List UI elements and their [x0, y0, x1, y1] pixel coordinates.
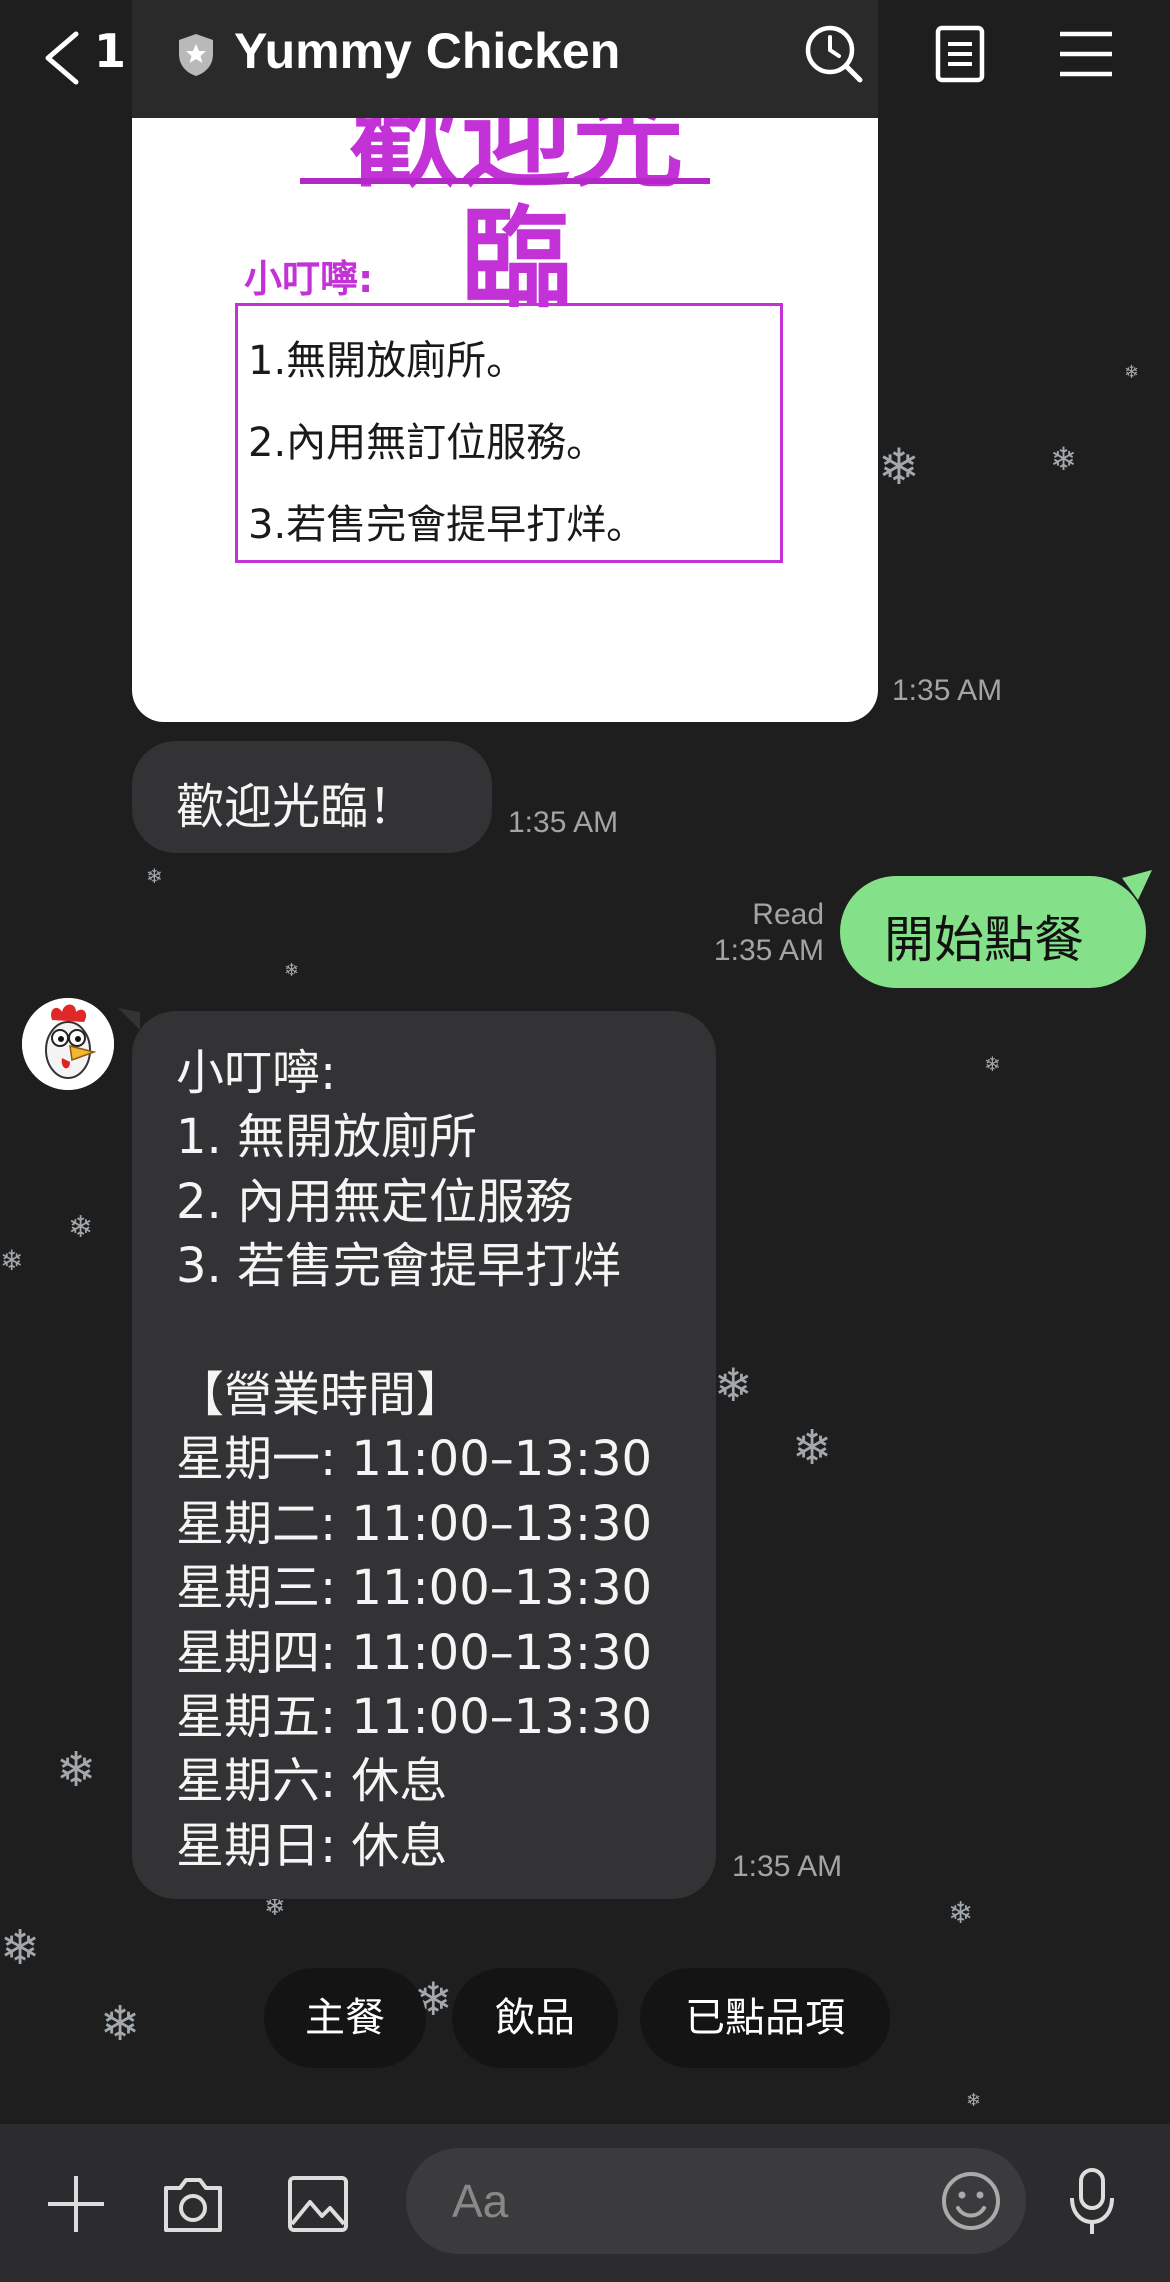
poster-notice-line: 1.無開放廁所。 — [248, 338, 527, 384]
snowflake-icon: ❄ — [878, 438, 920, 496]
poster-underline — [300, 178, 710, 184]
menu-icon[interactable] — [1054, 22, 1118, 86]
read-status: Read — [752, 898, 824, 931]
avatar[interactable] — [22, 998, 114, 1090]
snowflake-icon: ❄ — [100, 1996, 141, 2052]
poster-notice-title: 小叮嚀: — [244, 257, 374, 301]
snowflake-icon: ❄ — [0, 1244, 24, 1277]
snowflake-icon: ❄ — [68, 1210, 94, 1245]
message-text: 歡迎光臨！ — [176, 779, 417, 835]
incoming-message-bubble[interactable]: 小叮嚀: 1. 無開放廁所 2. 內用無定位服務 3. 若售完會提早打烊 【營業… — [132, 1011, 716, 1899]
search-history-icon[interactable] — [802, 22, 866, 86]
message-text: 開始點餐 — [884, 911, 1084, 969]
snowflake-icon: ❄ — [966, 2090, 982, 2111]
microphone-icon[interactable] — [1064, 2166, 1120, 2238]
snowflake-icon: ❄ — [56, 1742, 97, 1798]
verified-shield-icon — [179, 34, 213, 76]
snowflake-icon: ❄ — [792, 1420, 833, 1476]
snowflake-icon: ❄ — [284, 960, 300, 981]
chicken-avatar-icon — [22, 998, 114, 1090]
poster-notice-line: 2.內用無訂位服務。 — [248, 420, 607, 466]
snowflake-icon: ❄ — [0, 1920, 41, 1976]
snowflake-icon: ❄ — [948, 1896, 974, 1931]
snowflake-icon: ❄ — [146, 864, 163, 888]
emoji-icon[interactable] — [940, 2170, 1002, 2232]
snowflake-icon: ❄ — [1050, 440, 1077, 478]
chat-header: 1 Yummy Chicken — [0, 0, 1170, 118]
message-timestamp: 1:35 AM — [713, 934, 824, 967]
quick-reply-ordered-items[interactable]: 已點品項 — [640, 1968, 890, 2068]
image-gallery-icon[interactable] — [286, 2172, 350, 2236]
quick-reply-drinks[interactable]: 飲品 — [452, 1968, 618, 2068]
message-text-field[interactable] — [406, 2148, 1026, 2254]
snowflake-icon: ❄ — [1124, 362, 1140, 383]
unread-count[interactable]: 1 — [94, 24, 126, 78]
plus-icon[interactable] — [44, 2172, 108, 2236]
back-chevron-icon[interactable] — [38, 30, 86, 86]
message-input[interactable] — [450, 2168, 904, 2234]
bubble-tail-icon — [118, 1008, 140, 1030]
message-timestamp: 1:35 AM — [732, 1850, 843, 1883]
business-hours-text: 小叮嚀: 1. 無開放廁所 2. 內用無定位服務 3. 若售完會提早打烊 【營業… — [176, 1045, 653, 1874]
welcome-image-message[interactable]: 歡迎光臨 小叮嚀: 1.無開放廁所。 2.內用無訂位服務。 3.若售完會提早打烊… — [132, 118, 878, 722]
camera-icon[interactable] — [160, 2172, 226, 2236]
message-timestamp: 1:35 AM — [508, 806, 619, 839]
notes-icon[interactable] — [928, 22, 992, 86]
chat-title: Yummy Chicken — [234, 23, 621, 79]
snowflake-icon: ❄ — [984, 1052, 1001, 1076]
outgoing-message-bubble[interactable]: 開始點餐 — [840, 876, 1146, 988]
incoming-message-bubble[interactable]: 歡迎光臨！ — [132, 741, 492, 853]
poster-notice-line: 3.若售完會提早打烊。 — [248, 502, 647, 548]
quick-reply-main-course[interactable]: 主餐 — [264, 1968, 426, 2068]
message-timestamp: 1:35 AM — [892, 674, 1003, 707]
read-receipt: Read 1:35 AM — [700, 898, 824, 968]
snowflake-icon: ❄ — [714, 1358, 753, 1412]
